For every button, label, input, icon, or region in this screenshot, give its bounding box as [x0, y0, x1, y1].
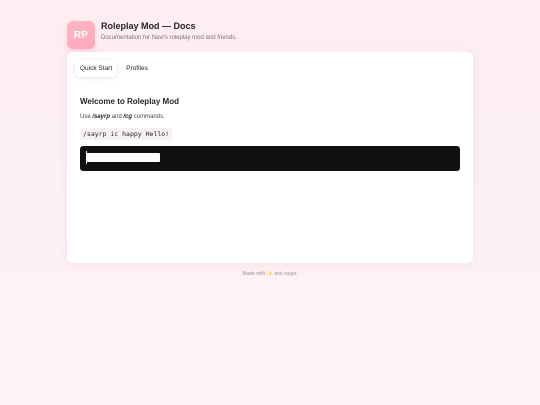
command-cg: /cg	[123, 114, 133, 120]
tab-quick-start[interactable]: Quick Start	[75, 60, 118, 77]
page-title: Roleplay Mod — Docs	[101, 21, 196, 31]
tab-profiles[interactable]: Profiles	[121, 60, 153, 77]
command-sayrp: /sayrp	[92, 114, 111, 120]
example-code: /sayrp ic happy Hello!	[80, 128, 173, 140]
tab-bar: Quick Start Profiles	[75, 60, 153, 77]
terminal-input-highlight	[86, 153, 160, 162]
section-description: Use /sayrp and /cg commands.	[80, 114, 165, 120]
logo: RP	[67, 21, 95, 49]
desc-prefix: Use	[80, 114, 93, 120]
terminal-preview[interactable]	[80, 146, 460, 171]
page: RP Roleplay Mod — Docs Documentation for…	[0, 0, 540, 405]
desc-suffix: commands.	[132, 114, 165, 120]
logo-text: RP	[73, 29, 89, 41]
page-subtitle: Documentation for Navi's roleplay mod an…	[101, 35, 237, 41]
desc-mid: and	[110, 114, 124, 120]
header: RP Roleplay Mod — Docs Documentation for…	[67, 21, 473, 51]
section-heading: Welcome to Roleplay Mod	[80, 97, 179, 106]
footer-text: Made with ✨ and sugar.	[242, 271, 298, 277]
docs-card: Quick Start Profiles Welcome to Roleplay…	[67, 52, 473, 263]
